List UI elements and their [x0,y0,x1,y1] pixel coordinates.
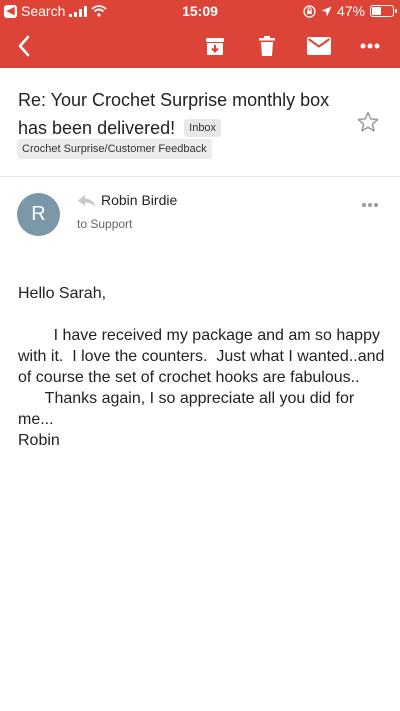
battery-fill [372,7,381,15]
status-bar: ◀ Search 15:09 47% [0,0,400,24]
sender-avatar[interactable]: R [17,193,60,236]
divider [0,176,400,177]
archive-button[interactable] [199,30,231,62]
subject-line-2-row: has been delivered! Inbox [18,114,348,142]
inbox-badge[interactable]: Inbox [184,119,222,137]
delete-button[interactable] [251,30,283,62]
archive-icon [206,38,224,55]
battery-percent: 47% [336,3,365,19]
back-button[interactable] [8,30,40,62]
more-horizontal-icon [362,203,378,207]
mail-icon [307,37,331,55]
more-options-button[interactable] [354,30,386,62]
status-right: 47% [303,3,397,19]
chevron-left-icon [18,35,30,57]
reply-icon [78,195,96,207]
location-icon [321,6,332,16]
label-chip[interactable]: Crochet Surprise/Customer Feedback [17,139,212,159]
star-icon [357,111,379,132]
email-toolbar [0,26,400,66]
email-subject: Re: Your Crochet Surprise monthly box ha… [18,86,348,142]
app-header: ◀ Search 15:09 47% [0,0,400,68]
battery-icon [370,5,397,17]
more-horizontal-icon [360,43,380,49]
star-button[interactable] [356,110,380,134]
mark-unread-button[interactable] [303,30,335,62]
recipient-details[interactable]: to Support [77,217,132,231]
sender-name[interactable]: Robin Birdie [101,192,177,208]
rotation-lock-icon [303,4,316,18]
message-more-button[interactable] [360,197,380,213]
trash-icon [259,36,275,56]
subject-line-2: has been delivered! [18,118,176,138]
subject-line-1: Re: Your Crochet Surprise monthly box [18,90,330,110]
email-body: Hello Sarah, I have received my package … [18,285,385,449]
